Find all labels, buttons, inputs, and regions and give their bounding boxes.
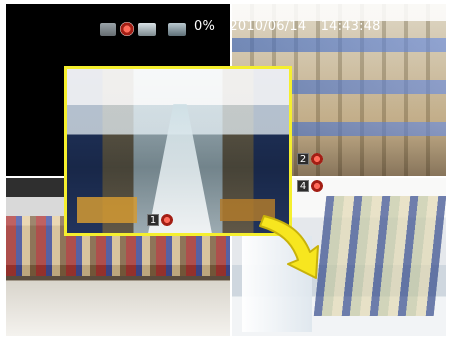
channel-4-badge: 4 <box>297 180 323 192</box>
channel-number: 4 <box>297 180 309 192</box>
hdd-percent: 0% <box>194 19 216 34</box>
date-display: 2010/06/14 <box>229 19 307 34</box>
selected-camera-view[interactable] <box>64 66 292 236</box>
status-icons <box>100 22 186 36</box>
record-icon <box>120 22 134 36</box>
tile-3-floor <box>6 281 230 336</box>
pallet-left <box>77 197 137 223</box>
record-icon <box>161 214 173 226</box>
dvr-monitor-screen: 0% 2010/06/14 14:43:48 1 2 4 <box>0 0 453 338</box>
camera-icon <box>100 22 116 36</box>
status-bar: 0% 2010/06/14 14:43:48 <box>6 4 447 44</box>
channel-number: 2 <box>297 153 309 165</box>
status-text: 0% 2010/06/14 14:43:48 <box>194 19 391 34</box>
channel-number: 1 <box>147 214 159 226</box>
record-icon <box>311 180 323 192</box>
hdd-icon <box>138 22 156 36</box>
arrow-shape <box>259 215 319 279</box>
record-icon <box>311 153 323 165</box>
time-display: 14:43:48 <box>320 19 381 34</box>
channel-1-badge: 1 <box>147 214 173 226</box>
network-icon <box>168 22 186 36</box>
swap-arrow-icon <box>259 215 319 279</box>
channel-2-badge: 2 <box>297 153 323 165</box>
